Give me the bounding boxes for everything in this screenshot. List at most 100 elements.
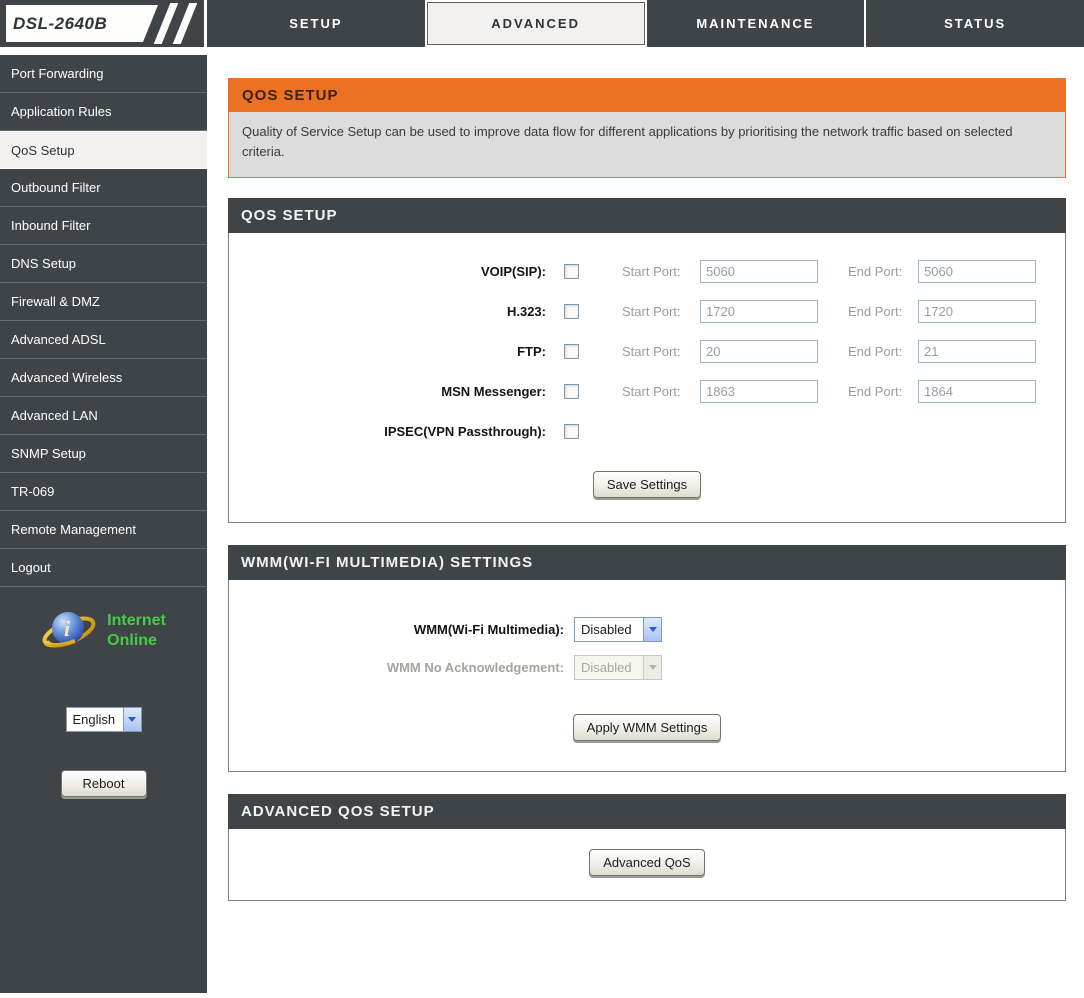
svg-text:i: i (64, 616, 71, 641)
service-label: H.323: (229, 304, 546, 319)
qos-setup-form: VOIP(SIP): Start Port: End Port: H.323: … (228, 233, 1066, 523)
advanced-qos-body: Advanced QoS (228, 829, 1066, 901)
reboot-row: Reboot (0, 770, 207, 797)
ipsec-vpn-passthrough-checkbox[interactable] (564, 424, 579, 439)
status-word-2: Online (107, 631, 166, 651)
start-port-input[interactable] (700, 300, 818, 323)
apply-wmm-settings-button[interactable]: Apply WMM Settings (573, 714, 722, 741)
sidebar-item-advanced-adsl[interactable]: Advanced ADSL (0, 321, 207, 359)
sidebar-item-outbound-filter[interactable]: Outbound Filter (0, 169, 207, 207)
end-port-input[interactable] (918, 380, 1036, 403)
qos-setup-section-title: QOS SETUP (228, 198, 1066, 233)
sidebar-item-application-rules[interactable]: Application Rules (0, 93, 207, 131)
end-port-label: End Port: (848, 304, 910, 319)
advanced-qos-section-title: ADVANCED QOS SETUP (228, 794, 1066, 829)
sidebar-item-qos-setup[interactable]: QoS Setup (0, 131, 207, 169)
h-323-checkbox[interactable] (564, 304, 579, 319)
qos-service-row: FTP: Start Port: End Port: (229, 331, 1065, 371)
start-port-label: Start Port: (622, 384, 692, 399)
chevron-down-icon (643, 618, 661, 641)
sidebar-item-snmp-setup[interactable]: SNMP Setup (0, 435, 207, 473)
port-range: Start Port: End Port: (579, 300, 1036, 323)
brand-name: DSL-2640B (13, 14, 107, 34)
qos-intro-box: QOS SETUP Quality of Service Setup can b… (228, 78, 1066, 178)
port-range: Start Port: End Port: (579, 260, 1036, 283)
save-settings-row: Save Settings (229, 471, 1065, 498)
start-port-input[interactable] (700, 260, 818, 283)
qos-setup-section: QOS SETUP VOIP(SIP): Start Port: End Por… (228, 198, 1066, 523)
chevron-down-icon (643, 656, 661, 679)
wmm-no-acknowledgement-select: Disabled (574, 655, 662, 680)
nav-tabs: SETUPADVANCEDMAINTENANCESTATUS (207, 0, 1084, 47)
language-select-value: English (67, 712, 123, 727)
sidebar-item-dns-setup[interactable]: DNS Setup (0, 245, 207, 283)
wmm-setting-label: WMM No Acknowledgement: (229, 660, 564, 675)
start-port-input[interactable] (700, 380, 818, 403)
reboot-button[interactable]: Reboot (61, 770, 147, 797)
sidebar-item-logout[interactable]: Logout (0, 549, 207, 587)
service-label: IPSEC(VPN Passthrough): (229, 424, 546, 439)
qos-intro-title: QOS SETUP (229, 79, 1065, 112)
ftp-checkbox[interactable] (564, 344, 579, 359)
advanced-qos-button[interactable]: Advanced QoS (589, 849, 704, 876)
voip-sip-checkbox[interactable] (564, 264, 579, 279)
msn-messenger-checkbox[interactable] (564, 384, 579, 399)
wmm-setting-row: WMM No Acknowledgement: Disabled (229, 648, 1065, 686)
tab-status[interactable]: STATUS (866, 0, 1084, 47)
chevron-down-icon (123, 708, 141, 731)
sidebar-item-advanced-lan[interactable]: Advanced LAN (0, 397, 207, 435)
apply-wmm-row: Apply WMM Settings (229, 714, 1065, 741)
end-port-label: End Port: (848, 264, 910, 279)
sidebar-item-advanced-wireless[interactable]: Advanced Wireless (0, 359, 207, 397)
sidebar-item-port-forwarding[interactable]: Port Forwarding (0, 55, 207, 93)
start-port-input[interactable] (700, 340, 818, 363)
main-content: QOS SETUP Quality of Service Setup can b… (207, 55, 1084, 923)
brand-logo: DSL-2640B (0, 0, 207, 47)
brand-logo-plate: DSL-2640B (6, 5, 158, 42)
sidebar-item-remote-management[interactable]: Remote Management (0, 511, 207, 549)
status-text: Internet Online (107, 611, 166, 651)
wmm-wi-fi-multimedia-select[interactable]: Disabled (574, 617, 662, 642)
tab-setup[interactable]: SETUP (207, 0, 425, 47)
start-port-label: Start Port: (622, 264, 692, 279)
wmm-select-value: Disabled (575, 622, 643, 637)
end-port-label: End Port: (848, 344, 910, 359)
port-range: Start Port: End Port: (579, 340, 1036, 363)
logo-stripe-icon (173, 3, 198, 44)
service-label: FTP: (229, 344, 546, 359)
advanced-qos-section: ADVANCED QOS SETUP Advanced QoS (228, 794, 1066, 901)
qos-service-row: H.323: Start Port: End Port: (229, 291, 1065, 331)
start-port-label: Start Port: (622, 344, 692, 359)
top-navigation-bar: DSL-2640B SETUPADVANCEDMAINTENANCESTATUS (0, 0, 1084, 51)
end-port-input[interactable] (918, 260, 1036, 283)
wmm-setting-label: WMM(Wi-Fi Multimedia): (229, 622, 564, 637)
globe-info-icon: i (41, 605, 99, 657)
port-range: Start Port: End Port: (579, 380, 1036, 403)
wmm-settings-form: WMM(Wi-Fi Multimedia): Disabled WMM No A… (228, 580, 1066, 772)
save-settings-button[interactable]: Save Settings (593, 471, 701, 498)
end-port-input[interactable] (918, 340, 1036, 363)
qos-service-row: MSN Messenger: Start Port: End Port: (229, 371, 1065, 411)
qos-service-row: IPSEC(VPN Passthrough): (229, 411, 1065, 451)
start-port-label: Start Port: (622, 304, 692, 319)
end-port-input[interactable] (918, 300, 1036, 323)
status-word-1: Internet (107, 611, 166, 631)
wmm-settings-section: WMM(WI-FI MULTIMEDIA) SETTINGS WMM(Wi-Fi… (228, 545, 1066, 772)
service-label: VOIP(SIP): (229, 264, 546, 279)
end-port-label: End Port: (848, 384, 910, 399)
connection-status: i Internet Online (0, 605, 207, 657)
wmm-section-title: WMM(WI-FI MULTIMEDIA) SETTINGS (228, 545, 1066, 580)
wmm-setting-row: WMM(Wi-Fi Multimedia): Disabled (229, 610, 1065, 648)
service-label: MSN Messenger: (229, 384, 546, 399)
sidebar-item-tr-069[interactable]: TR-069 (0, 473, 207, 511)
language-select[interactable]: English (66, 707, 142, 732)
sidebar-item-inbound-filter[interactable]: Inbound Filter (0, 207, 207, 245)
language-row: English (0, 707, 207, 732)
tab-maintenance[interactable]: MAINTENANCE (647, 0, 865, 47)
tab-advanced[interactable]: ADVANCED (427, 2, 645, 45)
router-admin-page: DSL-2640B SETUPADVANCEDMAINTENANCESTATUS… (0, 0, 1084, 998)
qos-intro-description: Quality of Service Setup can be used to … (229, 112, 1065, 177)
qos-service-row: VOIP(SIP): Start Port: End Port: (229, 251, 1065, 291)
sidebar-item-firewall-dmz[interactable]: Firewall & DMZ (0, 283, 207, 321)
sidebar-menu: Port ForwardingApplication RulesQoS Setu… (0, 55, 207, 587)
